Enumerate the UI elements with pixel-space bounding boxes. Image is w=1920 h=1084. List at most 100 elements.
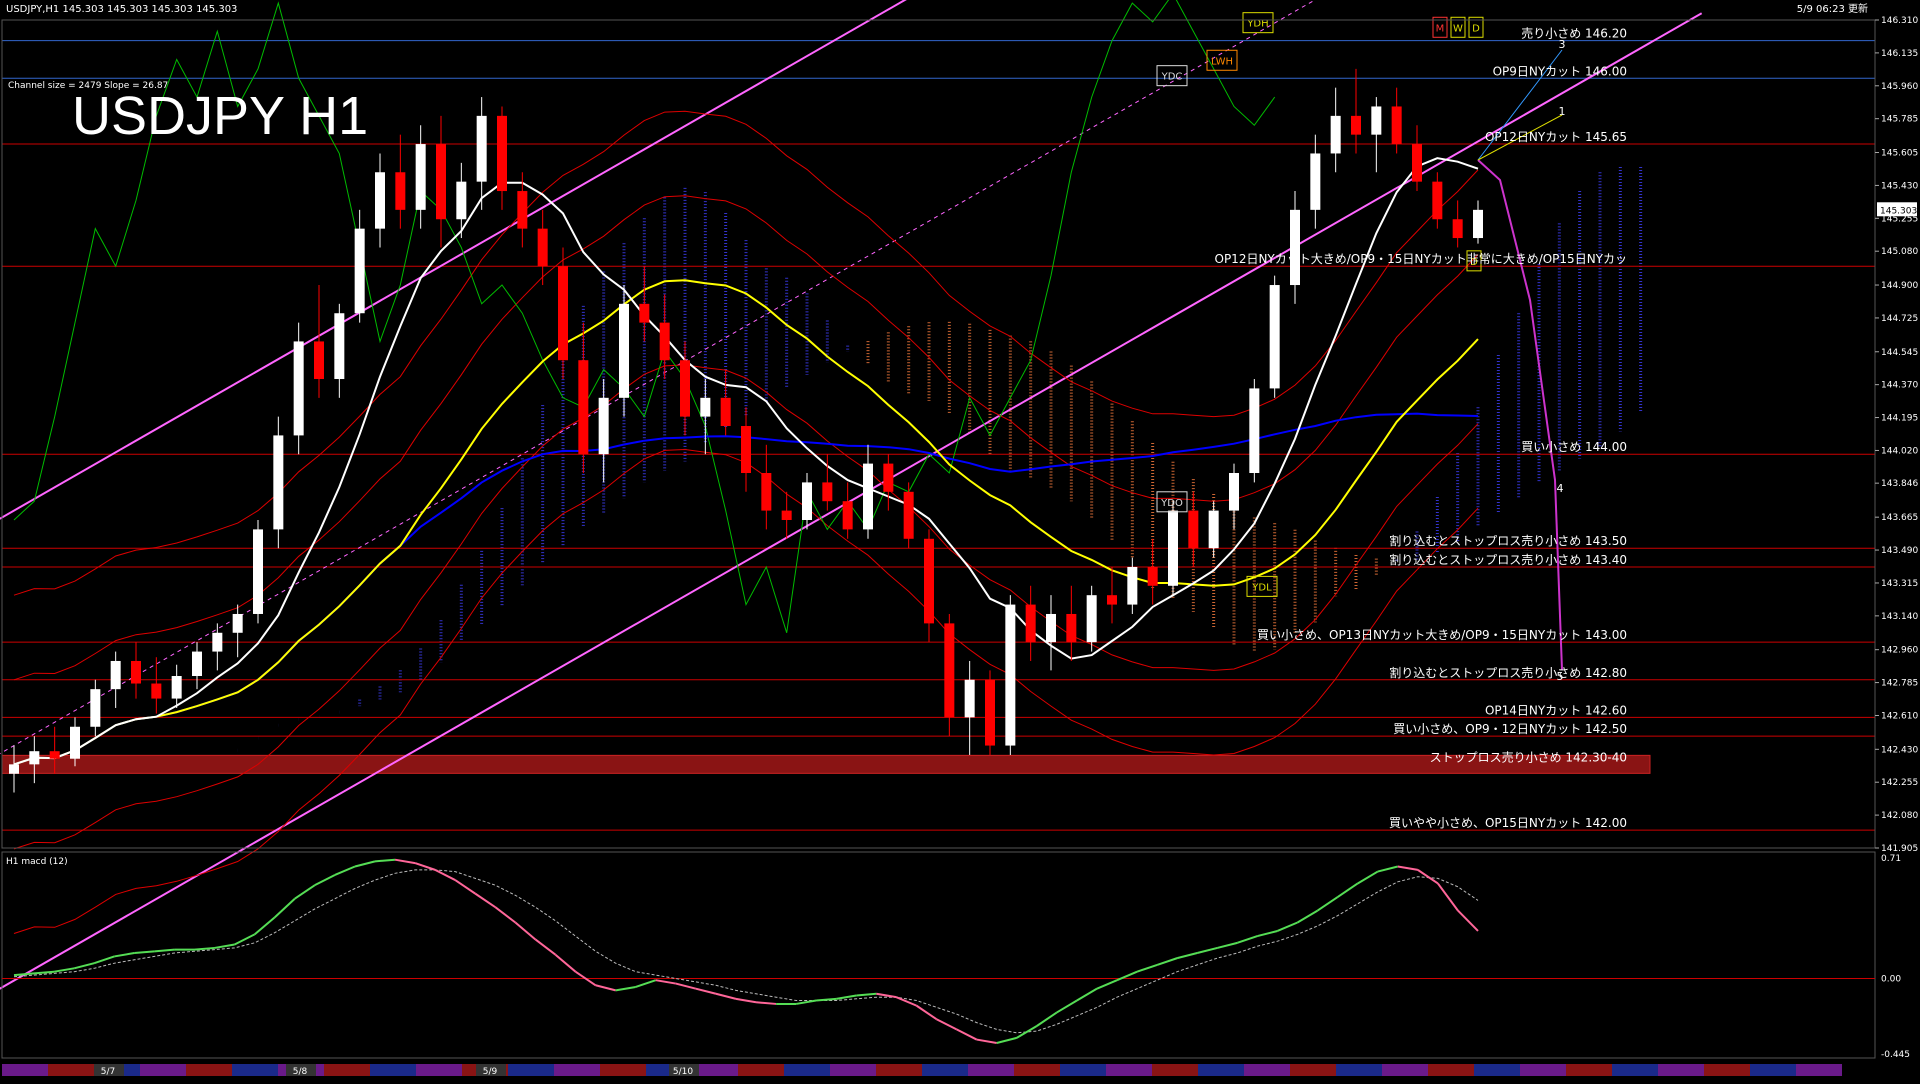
candle-body[interactable]: [1208, 510, 1219, 549]
candle-body[interactable]: [1168, 510, 1178, 586]
candle-body[interactable]: [863, 463, 873, 530]
macd-segment: [1397, 865, 1419, 871]
session-block: [140, 1064, 186, 1076]
candle-body[interactable]: [1086, 595, 1097, 643]
candle-body[interactable]: [1046, 613, 1056, 643]
candle-body[interactable]: [1432, 181, 1443, 220]
candle-body[interactable]: [110, 660, 121, 690]
chart-canvas[interactable]: YDHLWHYDCYDOYDLM W DD3145 売り小さめ 146.20OP9日…: [0, 0, 1920, 1080]
candle-body[interactable]: [598, 397, 609, 455]
session-block: [1474, 1064, 1520, 1076]
candle-body[interactable]: [476, 115, 487, 182]
candle-body[interactable]: [171, 676, 182, 699]
candle-body[interactable]: [212, 632, 223, 652]
candle-body[interactable]: [293, 341, 304, 436]
candle-body[interactable]: [1066, 613, 1077, 643]
candle-body[interactable]: [639, 303, 650, 323]
candle-body[interactable]: [842, 501, 853, 530]
macd-segment: [1217, 941, 1238, 949]
session-block: [508, 1064, 554, 1076]
candle-body[interactable]: [537, 228, 548, 267]
candle-body[interactable]: [578, 360, 589, 455]
candle-body[interactable]: [741, 426, 751, 474]
candle-body[interactable]: [1025, 604, 1036, 643]
candle-body[interactable]: [29, 751, 40, 765]
candle-body[interactable]: [232, 613, 243, 633]
candle-body[interactable]: [1229, 473, 1239, 511]
candle-body[interactable]: [1452, 219, 1463, 239]
candle-body[interactable]: [680, 360, 690, 417]
session-block: [2, 1064, 48, 1076]
candle-body[interactable]: [985, 679, 995, 746]
candle-body[interactable]: [1005, 604, 1016, 746]
candle-body[interactable]: [1147, 566, 1158, 586]
candle-body[interactable]: [1107, 595, 1117, 605]
candle-body[interactable]: [558, 266, 568, 361]
candle-body[interactable]: [192, 651, 202, 677]
candle-body[interactable]: [70, 726, 80, 759]
candle-body[interactable]: [964, 679, 975, 718]
candle-body[interactable]: [1391, 106, 1402, 145]
macd-segment: [675, 982, 697, 990]
candle-body[interactable]: [334, 313, 345, 380]
candle-body[interactable]: [375, 172, 385, 229]
y-tick-label: 142.610: [1881, 711, 1918, 721]
candle-body[interactable]: [497, 115, 507, 192]
candle-body[interactable]: [1269, 285, 1280, 389]
y-tick-label: 142.080: [1881, 811, 1918, 821]
usdjpy-h1-chart[interactable]: YDH LWH YDC YDO YDL M W D D 3 1 4 5 売り小さめ 146.20 OP9日…: [0, 0, 1920, 1080]
candle-body[interactable]: [131, 660, 141, 684]
candle-body[interactable]: [883, 463, 894, 492]
candle-body[interactable]: [354, 228, 365, 314]
candle-body[interactable]: [822, 482, 833, 502]
candle-body[interactable]: [903, 491, 914, 539]
candle-body[interactable]: [1310, 153, 1321, 210]
candle-body[interactable]: [761, 473, 772, 511]
candle-body[interactable]: [1249, 388, 1260, 474]
macd-segment: [154, 948, 175, 953]
candle-body[interactable]: [436, 144, 446, 220]
candle-body[interactable]: [1188, 510, 1199, 549]
candle-body[interactable]: [517, 191, 528, 229]
candle-body[interactable]: [253, 529, 263, 614]
candle-body[interactable]: [781, 510, 792, 520]
session-block: [830, 1064, 876, 1076]
candle-body[interactable]: [395, 172, 406, 210]
macd-segment: [755, 1001, 777, 1005]
macd-segment: [294, 884, 316, 900]
macd-segment: [13, 972, 35, 977]
candle-body[interactable]: [1412, 144, 1422, 182]
candle-body[interactable]: [720, 397, 731, 427]
candle-body[interactable]: [1371, 106, 1382, 135]
candle-body[interactable]: [456, 181, 467, 220]
candle-body[interactable]: [9, 764, 19, 774]
candle-body[interactable]: [659, 322, 670, 361]
candle-body[interactable]: [314, 341, 324, 380]
candle-body[interactable]: [1290, 209, 1300, 286]
candle-body[interactable]: [944, 623, 955, 718]
candle-body[interactable]: [619, 303, 629, 398]
candle-body[interactable]: [273, 435, 284, 530]
macd-segment: [53, 967, 75, 973]
candle-body[interactable]: [1351, 115, 1361, 135]
macd-segment: [1357, 870, 1379, 885]
session-block: [1566, 1064, 1612, 1076]
candle-body[interactable]: [151, 683, 162, 699]
candle-body[interactable]: [924, 538, 934, 624]
macd-label: H1 macd (12): [6, 857, 68, 867]
session-block: [1014, 1064, 1060, 1076]
macd-segment: [434, 868, 456, 881]
candle-body[interactable]: [1473, 209, 1483, 239]
candle-body[interactable]: [415, 144, 426, 210]
candle-body[interactable]: [90, 689, 101, 727]
candle-body[interactable]: [1330, 115, 1341, 154]
candle-body[interactable]: [700, 397, 711, 417]
macd-segment: [234, 933, 256, 946]
candle-body[interactable]: [1127, 566, 1138, 605]
candlesticks[interactable]: [9, 68, 1483, 793]
y-tick-label: 143.846: [1881, 479, 1918, 489]
candle-body[interactable]: [49, 751, 60, 759]
level-label: 売り小さめ 146.20: [1521, 26, 1627, 41]
candle-body[interactable]: [802, 482, 812, 520]
macd-panel: H1 macd (12) 0.71 0.00 -0.445: [1, 851, 1910, 1060]
